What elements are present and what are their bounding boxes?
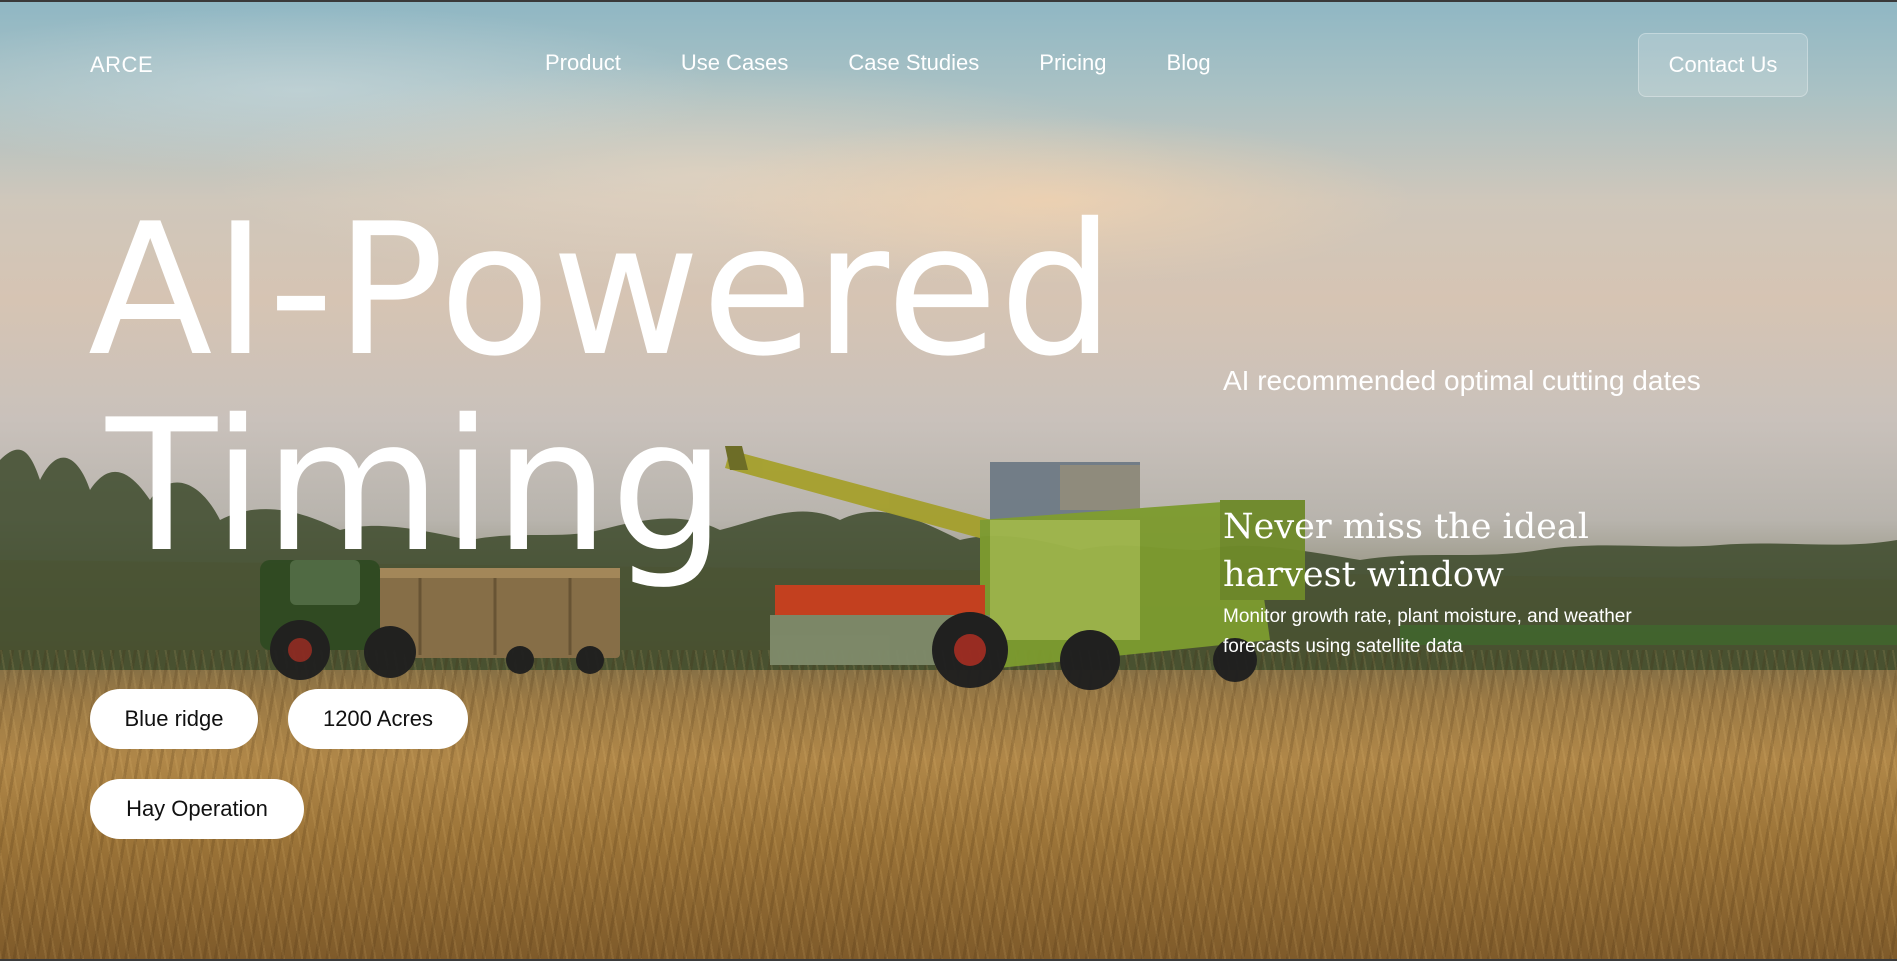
feature-heading: Never miss the ideal harvest window	[1223, 503, 1643, 599]
nav-links: Product Use Cases Case Studies Pricing B…	[545, 50, 1271, 76]
hero-title-line-2: Timing	[106, 380, 727, 592]
tag-blue-ridge[interactable]: Blue ridge	[90, 689, 258, 749]
nav-link-pricing[interactable]: Pricing	[1039, 50, 1106, 76]
nav-link-case-studies[interactable]: Case Studies	[848, 50, 979, 76]
hero-title: AI-Powered Timing	[88, 192, 1116, 584]
feature-description: Monitor growth rate, plant moisture, and…	[1223, 606, 1632, 657]
tag-hay-operation[interactable]: Hay Operation	[90, 779, 304, 839]
hero-page: ARCE Product Use Cases Case Studies Pric…	[0, 0, 1897, 961]
feature-heading-line-2: harvest window	[1223, 555, 1504, 595]
feature-heading-line-1: Never miss the ideal	[1223, 507, 1589, 547]
nav-link-blog[interactable]: Blog	[1167, 50, 1211, 76]
nav-link-product[interactable]: Product	[545, 50, 621, 76]
hero-subhead: AI recommended optimal cutting dates	[1223, 365, 1701, 396]
tag-acres[interactable]: 1200 Acres	[288, 689, 468, 749]
nav-link-use-cases[interactable]: Use Cases	[681, 50, 789, 76]
top-navigation: ARCE Product Use Cases Case Studies Pric…	[0, 0, 1897, 120]
hero-title-line-1: AI-Powered	[88, 184, 1116, 396]
contact-us-button[interactable]: Contact Us	[1638, 33, 1808, 97]
brand-logo[interactable]: ARCE	[90, 52, 153, 78]
